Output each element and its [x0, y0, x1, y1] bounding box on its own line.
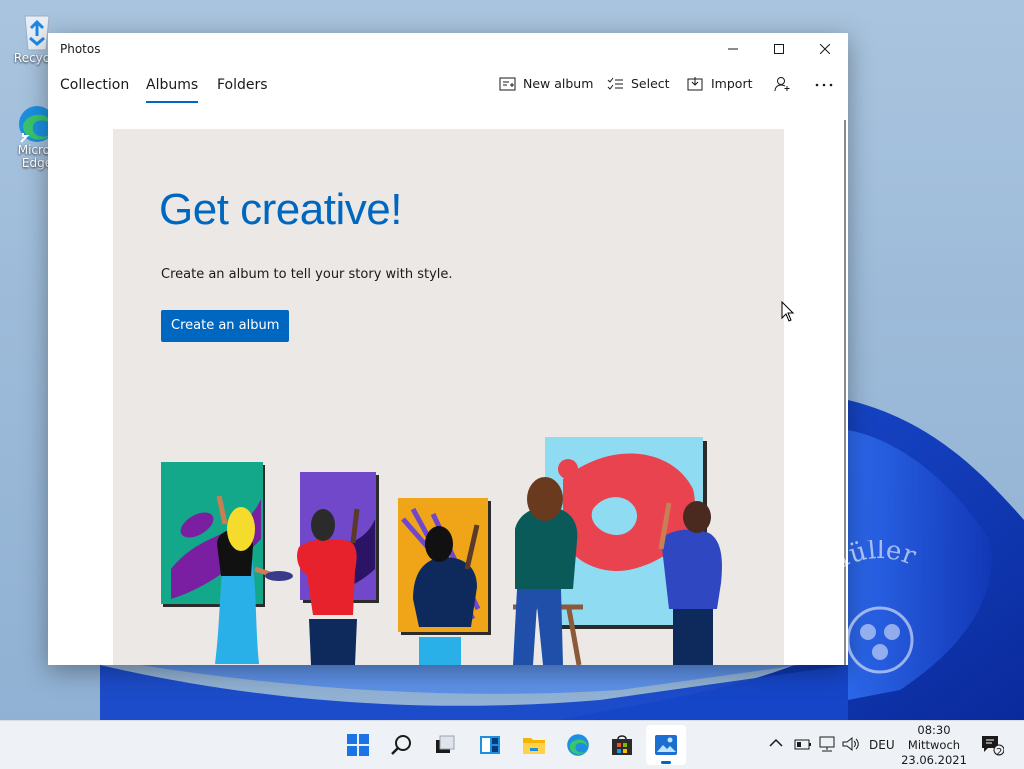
tab-albums[interactable]: Albums	[146, 77, 199, 103]
photos-window: Photos Collection Albums Folders New alb…	[48, 33, 848, 665]
hero-subtitle: Create an album to tell your story with …	[161, 267, 453, 282]
widgets-icon	[480, 736, 500, 754]
network-icon[interactable]	[818, 736, 836, 755]
widgets-button[interactable]	[470, 725, 510, 765]
store-icon	[612, 735, 632, 755]
photos-taskbar-button[interactable]	[646, 725, 686, 765]
top-navigation: Collection Albums Folders New album Sele…	[48, 65, 848, 105]
tab-folders[interactable]: Folders	[217, 77, 268, 93]
select-icon	[607, 77, 623, 90]
new-album-label: New album	[523, 76, 594, 91]
new-album-button[interactable]: New album	[499, 76, 593, 91]
photos-icon	[655, 735, 677, 755]
select-label: Select	[631, 76, 670, 91]
window-title: Photos	[60, 42, 101, 56]
file-explorer-icon	[523, 738, 545, 754]
battery-icon[interactable]	[794, 738, 812, 753]
minimize-icon	[728, 48, 738, 50]
edge-taskbar-button[interactable]	[558, 725, 598, 765]
minimize-button[interactable]	[710, 33, 756, 65]
start-button[interactable]	[338, 725, 378, 765]
search-button[interactable]	[382, 725, 422, 765]
chevron-up-icon[interactable]	[769, 737, 783, 751]
tab-collection[interactable]: Collection	[60, 77, 129, 93]
notification-center-button[interactable]: 2	[974, 725, 1010, 765]
albums-empty-state: Get creative! Create an album to tell yo…	[113, 129, 784, 665]
vertical-scrollbar[interactable]	[844, 120, 846, 665]
more-icon	[815, 83, 833, 87]
clock-date: 23.06.2021	[901, 753, 967, 767]
search-icon	[391, 735, 411, 755]
hero-heading: Get creative!	[159, 185, 402, 234]
import-label: Import	[711, 76, 753, 91]
notification-count: 2	[996, 747, 1003, 758]
close-button[interactable]	[802, 33, 848, 65]
account-button[interactable]	[774, 76, 791, 92]
maximize-button[interactable]	[756, 33, 802, 65]
close-icon	[820, 44, 830, 54]
creative-illustration	[161, 437, 722, 665]
select-button[interactable]: Select	[607, 76, 670, 91]
maximize-icon	[774, 44, 784, 54]
clock[interactable]: 08:30 Mittwoch 23.06.2021	[896, 723, 972, 768]
import-icon	[687, 77, 703, 91]
clock-time: 08:30	[917, 723, 951, 737]
edge-icon	[567, 734, 589, 756]
new-album-icon	[499, 77, 516, 91]
import-button[interactable]: Import	[687, 76, 753, 91]
volume-icon[interactable]	[842, 736, 860, 755]
task-view-icon	[436, 735, 455, 753]
create-album-button[interactable]: Create an album	[161, 310, 290, 342]
taskbar: DEU 08:30 Mittwoch 23.06.2021 2	[0, 720, 1024, 769]
add-person-icon	[774, 77, 790, 92]
title-bar[interactable]: Photos	[48, 33, 848, 65]
mouse-cursor-icon	[781, 301, 795, 322]
file-explorer-button[interactable]	[514, 725, 554, 765]
more-options-button[interactable]	[814, 76, 834, 92]
clock-day: Mittwoch	[907, 738, 961, 752]
input-language[interactable]: DEU	[869, 738, 895, 752]
store-button[interactable]	[602, 725, 642, 765]
start-icon	[347, 734, 369, 756]
task-view-button[interactable]	[425, 725, 465, 765]
